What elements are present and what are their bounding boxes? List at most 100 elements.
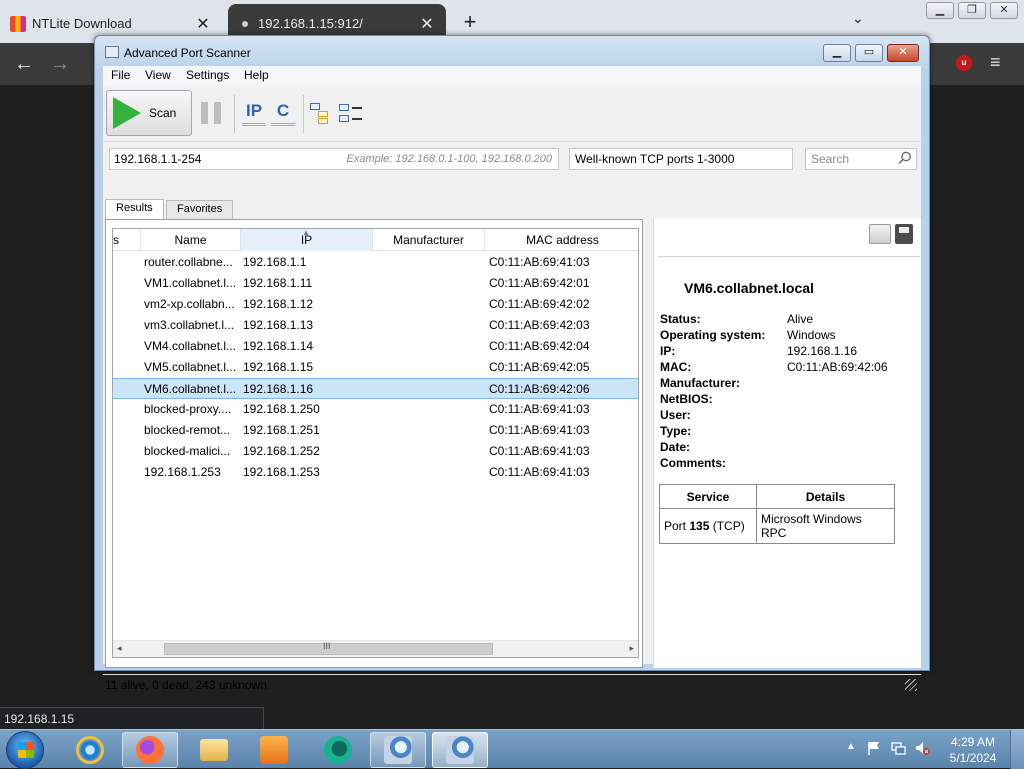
sort-ascending-icon: ▲: [302, 228, 310, 237]
resize-grip[interactable]: [905, 679, 917, 691]
start-button[interactable]: [6, 731, 44, 769]
cell-mac: C0:11:AB:69:42:05: [489, 360, 590, 374]
ip-range-input[interactable]: 192.168.1.1-254 Example: 192.168.0.1-100…: [109, 148, 559, 170]
detail-label-mac: MAC:: [660, 360, 692, 374]
table-row[interactable]: vm3.collabnet.l... 192.168.1.13 C0:11:AB:6…: [113, 315, 638, 336]
browser-close-button[interactable]: ✕: [990, 2, 1018, 19]
detail-label-os: Operating system:: [660, 328, 766, 342]
clock-time[interactable]: 4:29 AM: [944, 735, 1002, 749]
horizontal-scrollbar[interactable]: ◂ III ▸: [113, 640, 638, 657]
table-row[interactable]: VM5.collabnet.l... 192.168.1.15 C0:11:AB:6…: [113, 357, 638, 378]
menu-settings[interactable]: Settings: [184, 68, 231, 82]
ip-range-value: 192.168.1.1-254: [114, 152, 202, 166]
detail-label-status: Status:: [660, 312, 701, 326]
menu-bar: File View Settings Help: [103, 66, 921, 86]
detail-label-user: User:: [660, 408, 691, 422]
table-row[interactable]: blocked-proxy.... 192.168.1.250 C0:11:AB:6…: [113, 399, 638, 420]
maximize-button[interactable]: ▭: [855, 44, 883, 62]
tab-favorites[interactable]: Favorites: [166, 200, 234, 219]
taskbar-file-explorer[interactable]: [186, 732, 242, 768]
show-hidden-icons-button[interactable]: ▲: [846, 741, 856, 752]
cell-mac: C0:11:AB:69:42:01: [489, 276, 590, 290]
network-icon[interactable]: [890, 740, 906, 756]
results-list[interactable]: s Name IP Manufacturer MAC address ▲ rou…: [112, 228, 639, 658]
taskbar-port-scanner-1[interactable]: [370, 732, 426, 768]
window-client-area: File View Settings Help Scan IP C 192.16…: [103, 66, 921, 692]
table-row[interactable]: 192.168.1.253 192.168.1.253 C0:11:AB:69:41…: [113, 462, 638, 483]
toolbar: Scan IP C: [103, 87, 921, 142]
scrollbar-thumb[interactable]: III: [164, 641, 493, 655]
cell-ip: 192.168.1.1: [243, 255, 307, 269]
expand-all-icon[interactable]: [310, 103, 334, 125]
column-header-name[interactable]: Name: [141, 229, 241, 251]
menu-file[interactable]: File: [109, 68, 132, 82]
taskbar-media-player[interactable]: [246, 732, 302, 768]
collapse-all-icon[interactable]: [339, 103, 363, 125]
close-button[interactable]: ✕: [887, 44, 919, 62]
scroll-right-arrow-icon[interactable]: ▸: [629, 643, 634, 654]
browser-restore-button[interactable]: ❐: [958, 2, 986, 19]
tab-list-chevron-icon[interactable]: ⌄: [852, 10, 864, 27]
ip-range-example-hint: Example: 192.168.0.1-100, 192.168.0.200: [346, 153, 553, 165]
close-tab-icon[interactable]: ✕: [418, 14, 436, 34]
taskbar-firefox[interactable]: [122, 732, 178, 768]
scrollbar-grip: III: [323, 641, 331, 651]
volume-muted-icon[interactable]: [914, 740, 930, 756]
column-header-status[interactable]: s: [113, 229, 141, 251]
cell-name: vm3.collabnet.l...: [144, 318, 235, 332]
services-header-service: Service: [659, 484, 757, 509]
ip-range-icon[interactable]: IP: [242, 101, 266, 127]
search-input[interactable]: Search: [805, 148, 917, 170]
hamburger-menu-icon[interactable]: ≡: [990, 52, 1001, 73]
pause-button[interactable]: [201, 102, 221, 124]
cell-ip: 192.168.1.252: [243, 444, 320, 458]
extension-badge-icon[interactable]: u: [956, 55, 972, 71]
class-c-subnet-icon[interactable]: C: [271, 101, 295, 127]
minimize-button[interactable]: ▁: [823, 44, 851, 62]
close-tab-icon[interactable]: ✕: [194, 14, 212, 34]
detail-label-date: Date:: [660, 440, 691, 454]
scan-button[interactable]: Scan: [106, 90, 192, 136]
window-title: Advanced Port Scanner: [124, 46, 251, 60]
table-row[interactable]: router.collabne... 192.168.1.1 C0:11:AB:69…: [113, 252, 638, 273]
ip-icon-label: IP: [245, 101, 263, 120]
menu-view[interactable]: View: [143, 68, 173, 82]
detail-label-manufacturer: Manufacturer:: [660, 376, 741, 390]
table-row[interactable]: VM4.collabnet.l... 192.168.1.14 C0:11:AB:6…: [113, 336, 638, 357]
column-header-manufacturer[interactable]: Manufacturer: [373, 229, 485, 251]
firefox-icon: [136, 736, 164, 764]
window-titlebar[interactable]: Advanced Port Scanner ▁ ▭ ✕: [95, 36, 929, 68]
table-row[interactable]: vm2-xp.collabn... 192.168.1.12 C0:11:AB:69…: [113, 294, 638, 315]
ntlite-favicon-icon: [10, 15, 26, 32]
print-icon[interactable]: [869, 224, 891, 244]
detail-label-ip: IP:: [660, 344, 676, 358]
clock-date[interactable]: 5/1/2024: [944, 751, 1002, 765]
show-desktop-button[interactable]: [1010, 730, 1024, 769]
back-arrow-icon[interactable]: ←: [12, 53, 36, 76]
browser-minimize-button[interactable]: ▁: [926, 2, 954, 19]
taskbar-internet-explorer[interactable]: [62, 732, 118, 768]
action-center-flag-icon[interactable]: [866, 740, 882, 756]
table-row-selected[interactable]: VM6.collabnet.l... 192.168.1.16 C0:11:AB:6…: [113, 378, 638, 399]
table-row[interactable]: blocked-remot... 192.168.1.251 C0:11:AB:69…: [113, 420, 638, 441]
forward-arrow-icon[interactable]: →: [48, 53, 72, 76]
menu-help[interactable]: Help: [242, 68, 271, 82]
column-header-mac[interactable]: MAC address: [485, 229, 638, 251]
table-row[interactable]: blocked-malici... 192.168.1.252 C0:11:AB:6…: [113, 441, 638, 462]
taskbar-app-green[interactable]: [310, 732, 366, 768]
search-icon[interactable]: [898, 151, 912, 165]
media-player-icon: [260, 736, 288, 764]
tab-results[interactable]: Results: [105, 199, 164, 220]
detail-value-ip: 192.168.1.16: [787, 344, 858, 358]
table-row[interactable]: VM1.collabnet.l... 192.168.1.11 C0:11:AB:6…: [113, 273, 638, 294]
cell-ip: 192.168.1.250: [243, 402, 320, 416]
service-details: Microsoft Windows RPC: [756, 508, 895, 544]
taskbar-port-scanner-2[interactable]: [432, 732, 488, 768]
ports-select[interactable]: Well-known TCP ports 1-3000: [569, 148, 793, 170]
new-tab-button[interactable]: +: [458, 9, 482, 35]
service-row[interactable]: Port 135 (TCP) Microsoft Windows RPC: [659, 508, 895, 544]
cell-mac: C0:11:AB:69:42:06: [489, 382, 590, 396]
port-scanner-icon: [446, 736, 474, 764]
scroll-left-arrow-icon[interactable]: ◂: [117, 643, 122, 654]
save-icon[interactable]: [895, 224, 913, 244]
